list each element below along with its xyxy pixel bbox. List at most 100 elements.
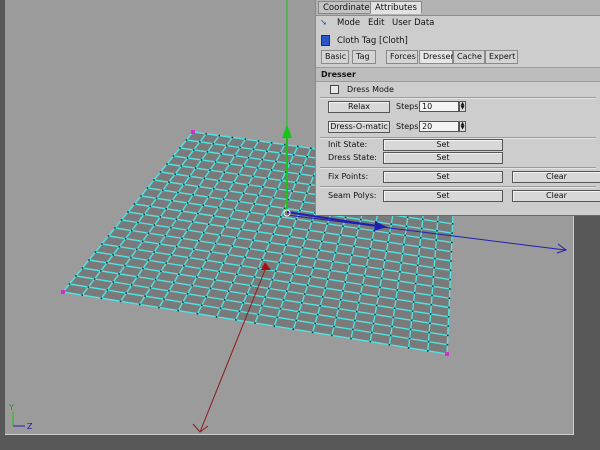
mesh-vertex bbox=[428, 331, 431, 334]
subtab-expert[interactable]: Expert bbox=[485, 50, 518, 64]
mesh-vertex bbox=[429, 322, 431, 324]
dress-o-matic-button[interactable]: Dress-O-matic bbox=[328, 121, 390, 133]
mesh-vertex bbox=[369, 247, 372, 250]
mesh-vertex bbox=[298, 173, 301, 175]
mesh-vertex bbox=[371, 238, 373, 241]
subtab-cache[interactable]: Cache bbox=[453, 50, 485, 64]
mesh-vertex bbox=[200, 267, 203, 270]
mesh-vertex bbox=[257, 313, 260, 316]
dress-state-set-button[interactable]: Set bbox=[383, 152, 503, 164]
mesh-vertex bbox=[260, 222, 263, 224]
relax-button[interactable]: Relax bbox=[328, 101, 390, 113]
seam-polys-set-button[interactable]: Set bbox=[383, 190, 503, 202]
subtab-dresser[interactable]: Dresser bbox=[419, 50, 454, 64]
seam-polys-clear-button[interactable]: Clear bbox=[512, 190, 600, 202]
mesh-vertex bbox=[168, 290, 170, 292]
mesh-vertex bbox=[256, 230, 258, 233]
mesh-vertex bbox=[427, 350, 429, 352]
mesh-vertex bbox=[390, 223, 393, 225]
mesh-vertex bbox=[202, 204, 204, 207]
mesh-vertex bbox=[244, 219, 247, 222]
mesh-vertex bbox=[199, 141, 201, 143]
mesh-vertex bbox=[449, 269, 452, 272]
mesh-vertex bbox=[435, 239, 438, 241]
mesh-vertex bbox=[282, 299, 285, 301]
object-title: Cloth Tag [Cloth] bbox=[316, 33, 600, 49]
mesh-vertex bbox=[252, 175, 254, 178]
mesh-vertex bbox=[253, 276, 256, 278]
mesh-vertex bbox=[285, 244, 287, 246]
mesh-vertex bbox=[353, 245, 355, 248]
y-handle-arrow bbox=[282, 124, 292, 138]
mesh-vertex bbox=[133, 203, 136, 205]
mesh-vertex bbox=[385, 250, 388, 252]
mesh-vertex bbox=[357, 301, 360, 304]
mesh-vertex bbox=[280, 179, 283, 182]
mesh-vertex bbox=[430, 303, 433, 306]
dress-o-matic-steps-input[interactable]: 20 bbox=[419, 121, 459, 132]
mesh-vertex bbox=[209, 287, 212, 290]
axis-label-y: Y bbox=[9, 403, 14, 412]
mesh-vertex bbox=[200, 304, 203, 307]
mesh-vertex bbox=[106, 262, 108, 264]
mesh-vertex bbox=[174, 173, 176, 175]
mesh-vertex bbox=[244, 138, 247, 140]
mesh-vertex bbox=[171, 199, 173, 202]
mesh-vertex bbox=[153, 224, 156, 226]
mesh-vertex bbox=[393, 307, 396, 310]
init-state-label: Init State: bbox=[328, 140, 368, 149]
mesh-vertex bbox=[327, 278, 329, 281]
mesh-vertex bbox=[292, 154, 295, 156]
mesh-vertex bbox=[311, 331, 314, 334]
mesh-vertex bbox=[359, 292, 362, 295]
subtab-tag[interactable]: Tag bbox=[352, 50, 376, 64]
mesh-vertex bbox=[264, 296, 267, 298]
mesh-vertex bbox=[332, 260, 334, 263]
relax-steps-label: Steps bbox=[396, 102, 419, 111]
fix-points-set-button[interactable]: Set bbox=[383, 171, 503, 183]
mesh-vertex bbox=[186, 202, 189, 204]
mesh-vertex bbox=[168, 181, 170, 183]
mesh-vertex bbox=[268, 287, 270, 290]
menu-user-data[interactable]: User Data bbox=[392, 16, 434, 30]
mesh-vertex bbox=[272, 233, 275, 235]
mesh-vertex bbox=[262, 186, 264, 188]
mesh-vertex bbox=[223, 171, 226, 174]
init-state-set-button[interactable]: Set bbox=[383, 139, 503, 151]
mesh-vertex bbox=[250, 284, 252, 287]
mesh-vertex bbox=[305, 192, 308, 195]
mesh-vertex bbox=[337, 307, 340, 310]
mesh-vertex bbox=[261, 304, 263, 307]
dress-mode-checkbox[interactable] bbox=[330, 85, 339, 94]
dress-o-matic-steps-spinner[interactable]: ▲ ▼ bbox=[459, 121, 466, 132]
axis-label-z: Z bbox=[27, 422, 33, 431]
mesh-vertex bbox=[311, 220, 313, 223]
pointer-icon[interactable]: ➘ bbox=[320, 16, 327, 30]
menu-mode[interactable]: Mode bbox=[337, 16, 360, 30]
mesh-vertex bbox=[75, 275, 77, 277]
mesh-vertex bbox=[227, 253, 229, 256]
mesh-vertex bbox=[273, 325, 275, 327]
mesh-vertex bbox=[337, 243, 339, 245]
fix-points-clear-button[interactable]: Clear bbox=[512, 171, 600, 183]
mesh-vertex bbox=[164, 234, 167, 237]
subtab-forces[interactable]: Forces bbox=[386, 50, 418, 64]
mesh-vertex bbox=[186, 293, 189, 295]
mesh-vertex bbox=[270, 169, 273, 171]
menu-edit[interactable]: Edit bbox=[368, 16, 384, 30]
mesh-vertex bbox=[173, 281, 175, 284]
mesh-vertex bbox=[196, 312, 199, 315]
mesh-vertex bbox=[448, 306, 450, 309]
tab-attributes[interactable]: Attributes bbox=[370, 1, 422, 14]
mesh-vertex bbox=[193, 248, 195, 251]
mesh-vertex bbox=[451, 241, 453, 244]
relax-steps-input[interactable]: 10 bbox=[419, 101, 459, 112]
mesh-vertex bbox=[231, 245, 234, 247]
mesh-vertex bbox=[235, 236, 238, 239]
mesh-vertex bbox=[266, 150, 268, 152]
mesh-vertex bbox=[120, 219, 123, 221]
mesh-vertex bbox=[228, 163, 231, 165]
mesh-vertex bbox=[153, 179, 155, 181]
subtab-basic[interactable]: Basic bbox=[321, 50, 349, 64]
relax-steps-spinner[interactable]: ▲ ▼ bbox=[459, 101, 466, 112]
